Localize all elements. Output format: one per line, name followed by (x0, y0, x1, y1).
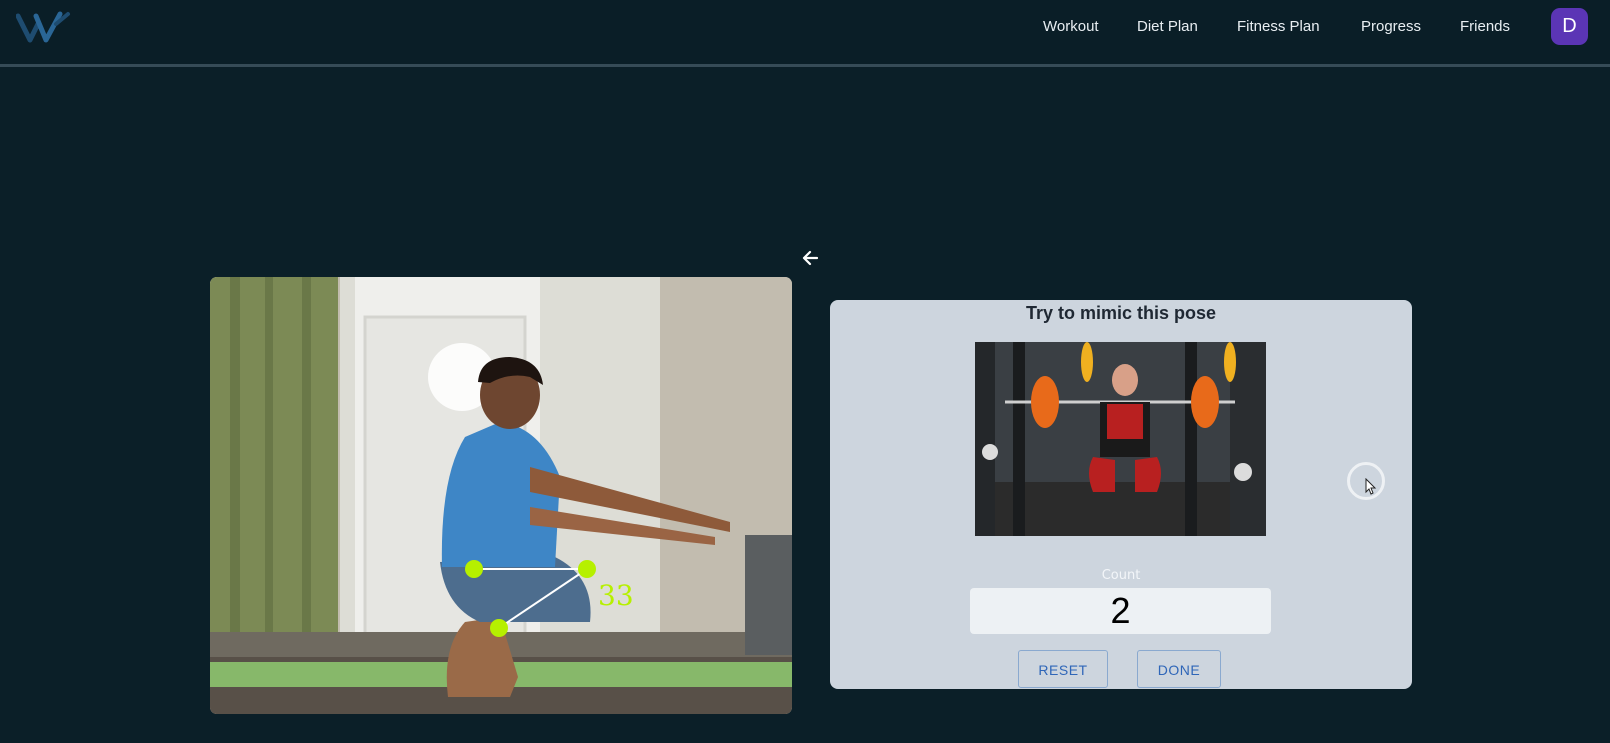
count-display: 2 (970, 588, 1271, 634)
panel-title: Try to mimic this pose (1025, 303, 1217, 323)
reset-button[interactable]: RESET (1018, 650, 1108, 688)
webcam-feed: 33 (210, 277, 792, 714)
arrow-left-icon[interactable] (800, 248, 820, 268)
nav-diet-plan[interactable]: Diet Plan (1137, 16, 1198, 38)
user-avatar[interactable]: D (1551, 8, 1588, 45)
nav-progress[interactable]: Progress (1361, 16, 1421, 38)
angle-label: 33 (598, 579, 634, 612)
done-button[interactable]: DONE (1137, 650, 1221, 688)
nav-fitness-plan[interactable]: Fitness Plan (1237, 16, 1320, 38)
mouse-cursor-icon (1365, 478, 1377, 495)
webcam-scene: 33 (210, 277, 792, 714)
top-navbar: Workout Diet Plan Fitness Plan Progress … (0, 0, 1610, 67)
keypoint-knee (578, 560, 596, 578)
nav-friends[interactable]: Friends (1460, 16, 1510, 38)
keypoint-ankle (490, 619, 508, 637)
reference-pose-image (975, 342, 1266, 536)
nav-workout[interactable]: Workout (1043, 16, 1099, 38)
keypoint-hip (465, 560, 483, 578)
count-label: Count (1101, 568, 1141, 583)
logo-icon[interactable] (16, 10, 72, 44)
pose-panel: Try to mimic this pose Count 2 RESET DON… (830, 300, 1412, 689)
